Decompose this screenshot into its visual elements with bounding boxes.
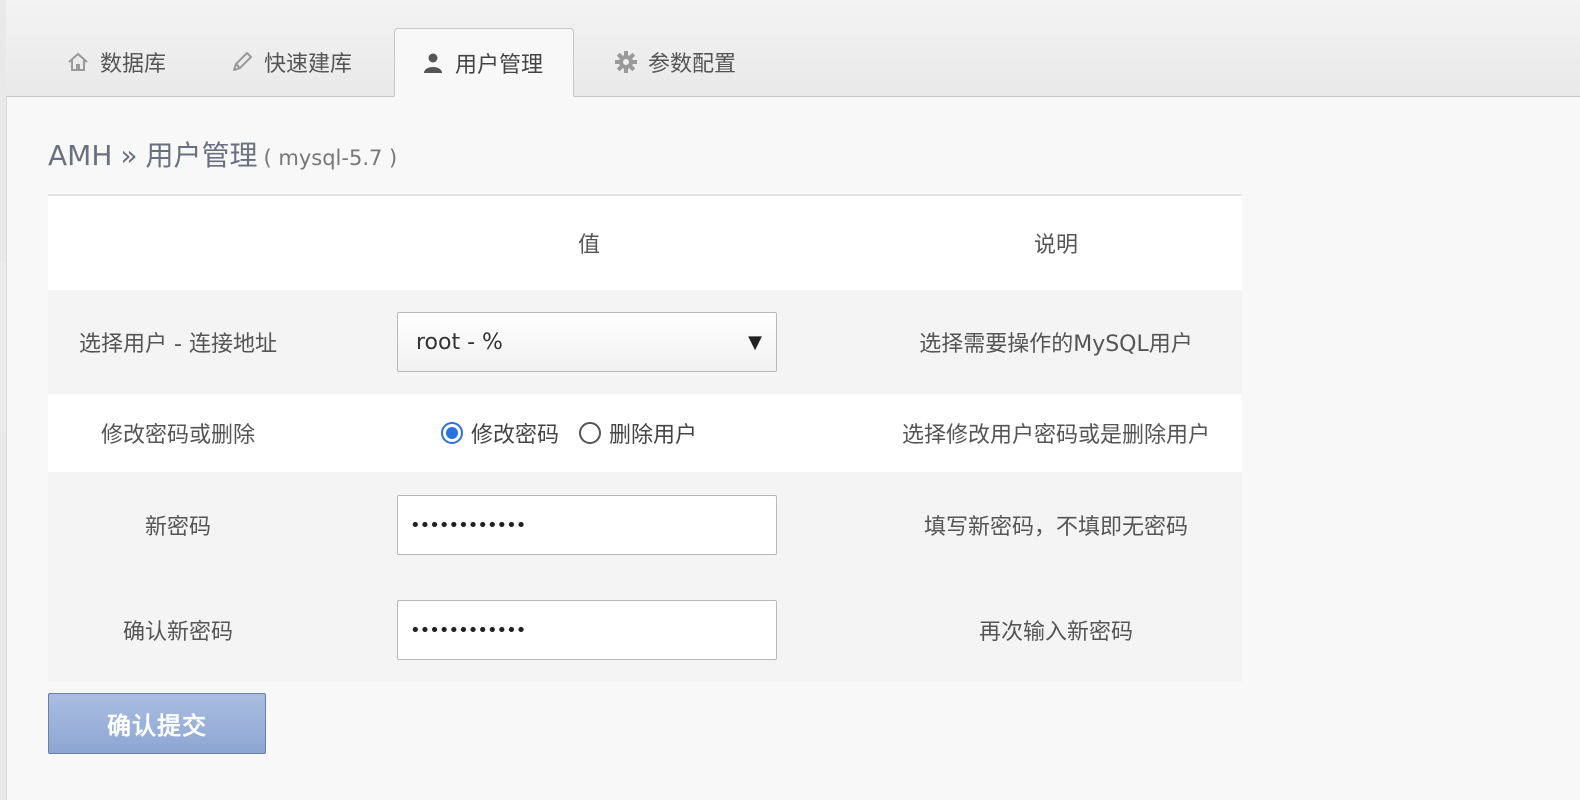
user-select-cell: root - % ▼ <box>308 312 870 372</box>
header-value: 值 <box>577 233 600 258</box>
dropdown-arrow-icon: ▼ <box>748 331 762 353</box>
new-password-description: 填写新密码，不填即无密码 <box>923 515 1188 540</box>
pencil-icon <box>233 52 252 71</box>
tab-database-label: 数据库 <box>100 52 167 77</box>
user-form-table: 值 说明 选择用户 - 连接地址 root - % ▼ 选择需要操作的MySQL… <box>48 194 1242 682</box>
user-select-dropdown[interactable]: root - % ▼ <box>397 312 777 372</box>
confirm-password-field[interactable]: •••••••••••• <box>397 600 777 660</box>
radio-delete-user[interactable]: 删除用户 <box>579 417 697 449</box>
table-row: 确认新密码 •••••••••••• 再次输入新密码 <box>48 578 1242 682</box>
breadcrumb: AMH» 用户管理( mysql-5.7 ) <box>48 134 397 174</box>
breadcrumb-current: 用户管理 <box>145 139 258 172</box>
radio-delete-user-label: 删除用户 <box>609 423 698 448</box>
tab-settings-label: 参数配置 <box>648 52 737 77</box>
action-label: 修改密码或删除 <box>100 423 255 448</box>
submit-button[interactable]: 确认提交 <box>48 693 266 754</box>
user-select-label: 选择用户 - 连接地址 <box>79 332 277 357</box>
radio-change-password-label: 修改密码 <box>470 423 559 448</box>
table-row: 新密码 •••••••••••• 填写新密码，不填即无密码 <box>48 472 1242 578</box>
radio-delete-user-button[interactable] <box>579 422 601 444</box>
tab-user-management[interactable]: 用户管理 <box>394 28 575 97</box>
new-password-field[interactable]: •••••••••••• <box>397 495 777 555</box>
left-panel-edge <box>0 0 7 800</box>
tab-quick-create[interactable]: 快速建库 <box>230 28 352 96</box>
table-row: 修改密码或删除 修改密码 删除用户 选择修改用户密码或是删除用户 <box>48 394 1242 472</box>
left-panel-notch <box>0 262 6 432</box>
tab-quick-create-label: 快速建库 <box>264 52 353 77</box>
gear-icon <box>615 51 637 73</box>
header-description: 说明 <box>1033 233 1078 258</box>
confirm-password-cell: •••••••••••• <box>308 600 870 660</box>
home-icon <box>68 52 88 71</box>
user-select-value: root - % <box>416 329 503 355</box>
breadcrumb-version: ( mysql-5.7 ) <box>263 146 398 170</box>
new-password-label: 新密码 <box>144 515 211 540</box>
table-header-row: 值 说明 <box>48 196 1242 290</box>
action-description: 选择修改用户密码或是删除用户 <box>901 423 1210 448</box>
confirm-password-description: 再次输入新密码 <box>978 620 1133 645</box>
radio-change-password[interactable]: 修改密码 <box>440 417 559 449</box>
radio-change-password-button[interactable] <box>440 422 463 444</box>
tab-settings[interactable]: 参数配置 <box>614 28 736 96</box>
breadcrumb-separator: » <box>120 139 138 172</box>
action-radio-group: 修改密码 删除用户 <box>440 417 697 449</box>
user-icon <box>424 53 442 73</box>
action-cell: 修改密码 删除用户 <box>308 417 870 449</box>
new-password-cell: •••••••••••• <box>308 495 870 555</box>
table-row: 选择用户 - 连接地址 root - % ▼ 选择需要操作的MySQL用户 <box>48 290 1242 394</box>
tab-database[interactable]: 数据库 <box>66 28 166 96</box>
tab-bar: 数据库 快速建库 用户管理 参数配置 <box>6 0 1580 97</box>
confirm-password-label: 确认新密码 <box>122 620 233 645</box>
breadcrumb-root[interactable]: AMH <box>48 139 112 172</box>
tab-user-management-label: 用户管理 <box>455 52 544 78</box>
user-select-description: 选择需要操作的MySQL用户 <box>919 332 1193 357</box>
